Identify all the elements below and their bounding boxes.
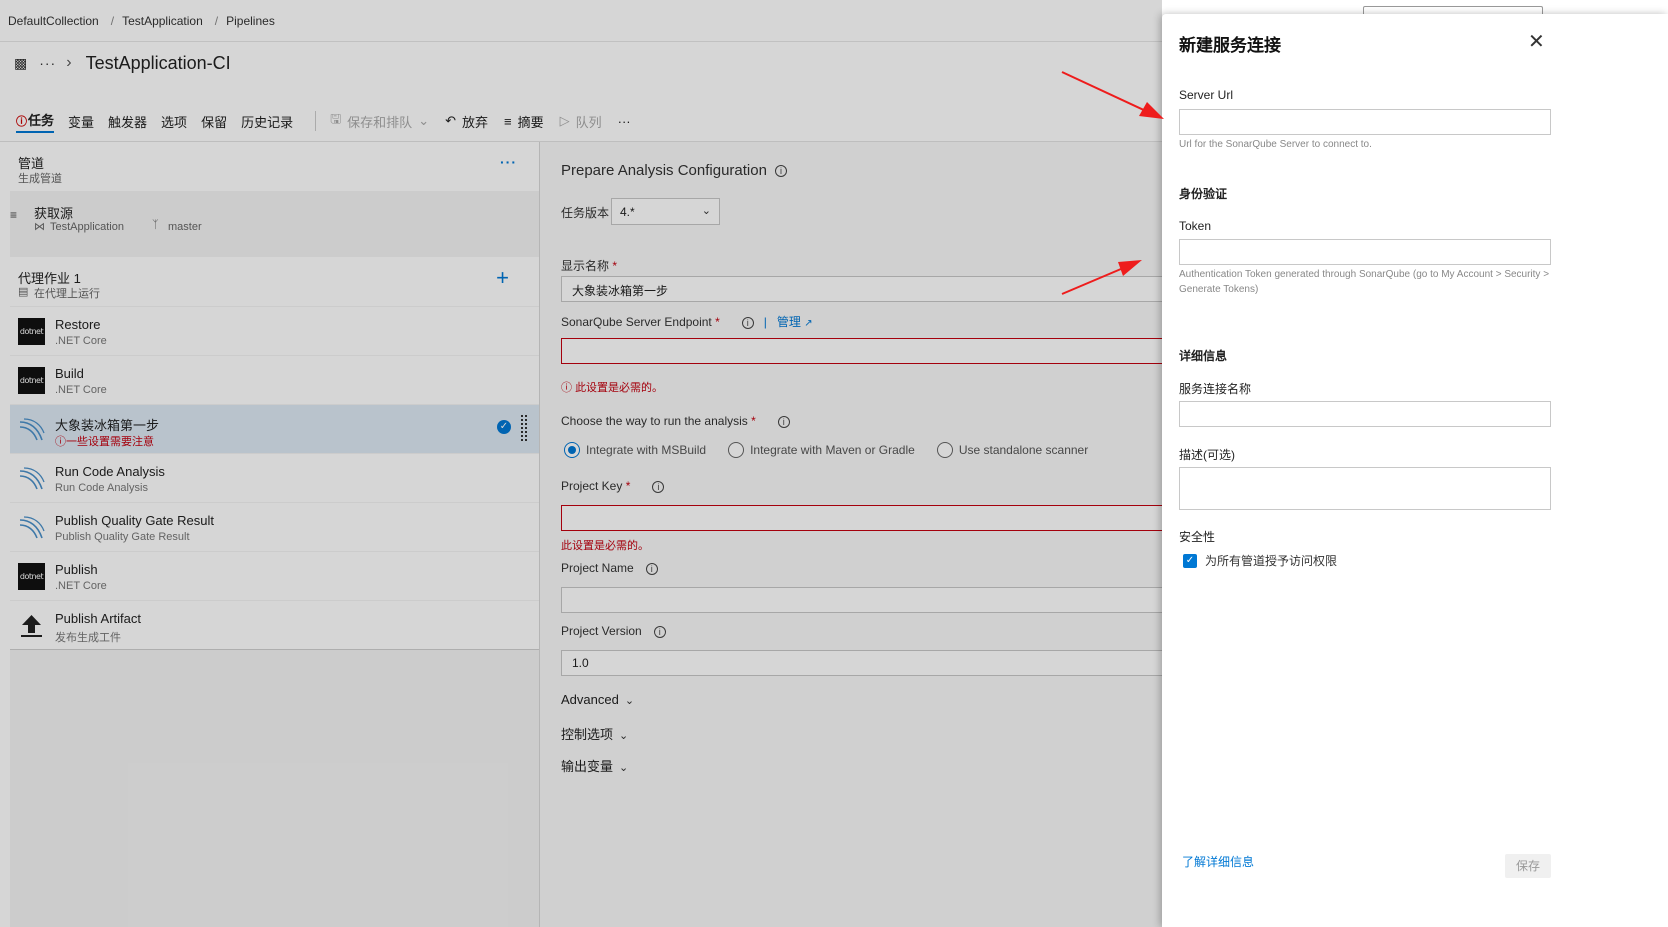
close-icon[interactable]: ✕ bbox=[1528, 32, 1545, 52]
modal-backdrop[interactable] bbox=[0, 0, 1162, 927]
auth-section-title: 身份验证 bbox=[1179, 187, 1228, 201]
server-url-label: Server Url bbox=[1179, 88, 1234, 102]
description-field[interactable] bbox=[1179, 467, 1551, 510]
app-window: DefaultCollection / TestApplication / Pipeli… bbox=[0, 0, 1668, 927]
security-section-title: 安全性 bbox=[1179, 530, 1216, 544]
checkbox-checked-icon: ✓ bbox=[1183, 553, 1197, 568]
panel-title: 新建服务连接 bbox=[1179, 36, 1281, 55]
description-label: 描述(可选) bbox=[1179, 448, 1235, 462]
server-url-help: Url for the SonarQube Server to connect … bbox=[1179, 139, 1372, 150]
learn-more-link[interactable]: 了解详细信息 bbox=[1182, 853, 1254, 870]
new-service-connection-panel: 新建服务连接 ✕ Server Url Url for the SonarQub… bbox=[1162, 14, 1668, 927]
grant-access-checkbox[interactable]: ✓ 为所有管道授予访问权限 bbox=[1183, 552, 1337, 569]
server-url-field[interactable] bbox=[1179, 109, 1551, 135]
token-help: Authentication Token generated through S… bbox=[1179, 269, 1550, 295]
token-label: Token bbox=[1179, 219, 1212, 233]
token-field[interactable] bbox=[1179, 239, 1551, 265]
save-button[interactable]: 保存 bbox=[1505, 854, 1551, 878]
grant-access-label: 为所有管道授予访问权限 bbox=[1205, 554, 1338, 568]
details-section-title: 详细信息 bbox=[1179, 349, 1228, 363]
connection-name-field[interactable] bbox=[1179, 401, 1551, 427]
connection-name-label: 服务连接名称 bbox=[1179, 382, 1252, 396]
